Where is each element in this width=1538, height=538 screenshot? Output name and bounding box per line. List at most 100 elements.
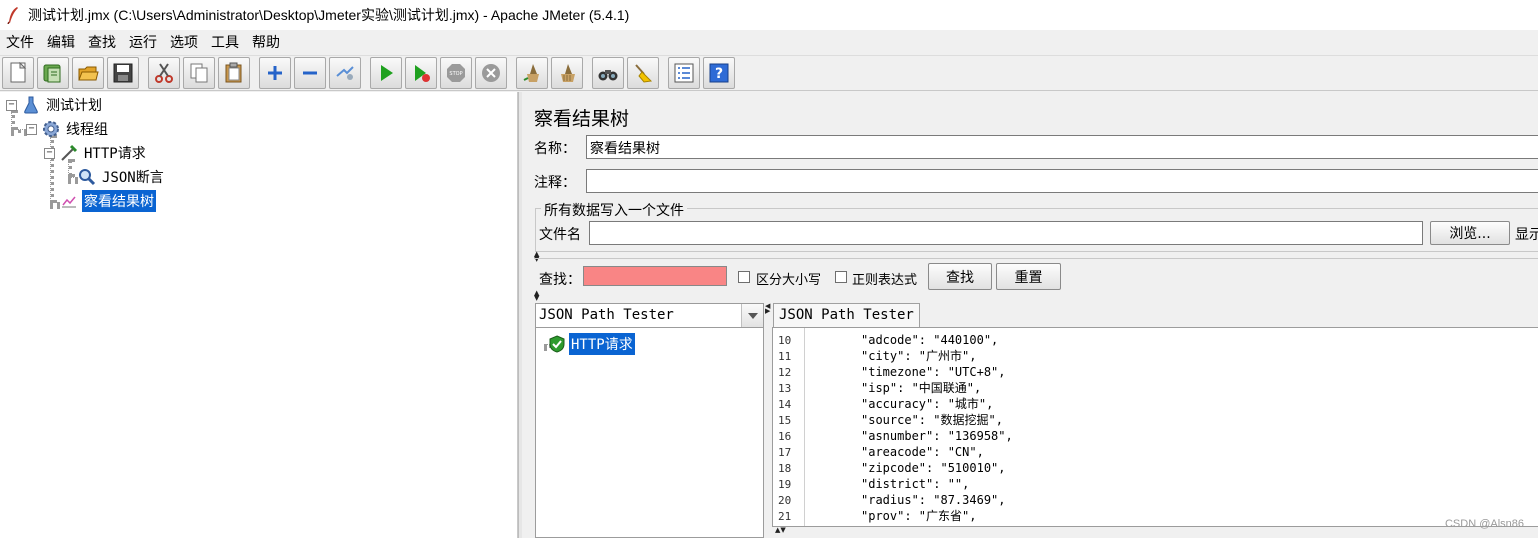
watermark: CSDN @Alsn86 — [1444, 518, 1524, 530]
splitter-arrows-icon[interactable]: ◀ ▶ — [765, 303, 770, 315]
thread-group-icon — [42, 120, 60, 138]
menu-help[interactable]: 帮助 — [252, 32, 287, 52]
help-icon[interactable]: ? — [703, 57, 735, 89]
panel-title: 察看结果树 — [534, 108, 630, 130]
code-line: 13 "isp": "中国联通", — [778, 381, 982, 395]
comment-label: 注释： — [534, 175, 576, 191]
collapse-toggle-icon[interactable]: − — [6, 99, 17, 111]
chevron-down-icon[interactable] — [741, 304, 763, 327]
test-plan-tree-pane: − 测试计划 − 线程组 − HTTP请求 JSON断言 察看结果树 — [0, 92, 518, 538]
code-line: 10 "adcode": "440100", — [778, 333, 999, 347]
tree-node-label: HTTP请求 — [84, 146, 146, 162]
open-icon[interactable] — [72, 57, 104, 89]
test-plan-icon — [22, 96, 40, 114]
svg-text:?: ? — [715, 66, 723, 82]
case-sensitive-label: 区分大小写 — [756, 273, 822, 288]
pane-splitter[interactable] — [518, 92, 522, 538]
menu-tools[interactable]: 工具 — [211, 32, 246, 52]
case-sensitive-checkbox[interactable] — [738, 271, 750, 283]
tree-node-label: 线程组 — [66, 122, 108, 138]
window-title: 测试计划.jmx (C:\Users\Administrator\Desktop… — [28, 7, 630, 23]
search-label: 查找： — [539, 272, 581, 288]
start-icon[interactable] — [370, 57, 402, 89]
save-icon[interactable] — [107, 57, 139, 89]
code-line: 12 "timezone": "UTC+8", — [778, 365, 1006, 379]
title-bar: 测试计划.jmx (C:\Users\Administrator\Desktop… — [0, 0, 1538, 30]
start-no-pause-icon[interactable] — [405, 57, 437, 89]
divider — [534, 258, 1538, 259]
write-results-group-title: 所有数据写入一个文件 — [541, 200, 687, 220]
menu-bar: 文件 编辑 查找 运行 选项 工具 帮助 — [0, 30, 1538, 54]
reset-search-icon[interactable] — [627, 57, 659, 89]
search-icon[interactable] — [592, 57, 624, 89]
tree-node-http-request[interactable]: − HTTP请求 — [44, 142, 148, 164]
jmeter-feather-icon — [6, 6, 20, 24]
renderer-tabs: JSON Path Tester — [771, 303, 1538, 327]
tree-node-label: 察看结果树 — [82, 190, 156, 212]
code-line: 18 "zipcode": "510010", — [778, 461, 1006, 475]
tree-node-json-assertion[interactable]: JSON断言 — [78, 166, 166, 188]
tab-json-path-tester[interactable]: JSON Path Tester — [773, 303, 920, 327]
search-input[interactable] — [583, 266, 727, 286]
listener-icon — [60, 192, 78, 210]
paste-icon[interactable] — [218, 57, 250, 89]
code-line: 15 "source": "数据挖掘", — [778, 413, 1003, 427]
tree-node-view-results-tree[interactable]: 察看结果树 — [60, 190, 156, 212]
comment-field[interactable] — [586, 169, 1538, 193]
splitter-arrows-icon[interactable]: ▲▼ — [534, 251, 539, 263]
renderer-select-value: JSON Path Tester — [539, 307, 674, 323]
code-line: 20 "radius": "87.3469", — [778, 493, 1006, 507]
menu-edit[interactable]: 编辑 — [47, 32, 82, 52]
menu-file[interactable]: 文件 — [6, 32, 41, 52]
renderer-select[interactable]: JSON Path Tester — [536, 304, 763, 328]
filename-field[interactable] — [589, 221, 1423, 245]
clear-all-icon[interactable] — [551, 57, 583, 89]
test-plan-tree: − 测试计划 − 线程组 − HTTP请求 JSON断言 察看结果树 — [0, 92, 517, 538]
tree-node-thread-group[interactable]: − 线程组 — [26, 118, 110, 140]
filename-label: 文件名 — [539, 227, 581, 243]
menu-run[interactable]: 运行 — [129, 32, 164, 52]
splitter-arrows-icon[interactable]: ▲▼ — [775, 527, 786, 534]
shutdown-icon[interactable] — [475, 57, 507, 89]
tree-node-label: JSON断言 — [102, 170, 164, 186]
splitter-arrows-icon[interactable]: ▲▼ — [534, 290, 539, 302]
cut-icon[interactable] — [148, 57, 180, 89]
new-icon[interactable] — [2, 57, 34, 89]
stop-icon[interactable]: STOP — [440, 57, 472, 89]
name-field[interactable]: 察看结果树 — [586, 135, 1538, 159]
toggle-icon[interactable] — [329, 57, 361, 89]
expand-icon[interactable] — [259, 57, 291, 89]
collapse-icon[interactable] — [294, 57, 326, 89]
assertion-icon — [78, 168, 96, 186]
menu-search[interactable]: 查找 — [88, 32, 123, 52]
svg-text:STOP: STOP — [449, 71, 462, 77]
find-button[interactable]: 查找 — [928, 263, 992, 290]
collapse-toggle-icon[interactable]: − — [26, 123, 37, 135]
sample-result-label: HTTP请求 — [569, 333, 635, 355]
collapse-toggle-icon[interactable]: − — [44, 147, 55, 159]
tree-node-label: 测试计划 — [46, 98, 102, 114]
regex-label: 正则表达式 — [852, 273, 918, 288]
reset-button[interactable]: 重置 — [996, 263, 1061, 290]
name-label: 名称： — [534, 141, 576, 157]
browse-button[interactable]: 浏览... — [1430, 221, 1510, 245]
success-shield-icon — [548, 335, 566, 353]
copy-icon[interactable] — [183, 57, 215, 89]
tree-node-test-plan[interactable]: − 测试计划 — [6, 94, 104, 116]
http-sampler-icon — [60, 144, 78, 162]
clear-icon[interactable] — [516, 57, 548, 89]
response-json-view[interactable]: 10 "adcode": "440100", 11 "city": "广州市", 1… — [772, 327, 1538, 527]
menu-options[interactable]: 选项 — [170, 32, 205, 52]
code-line: 21 "prov": "广东省", — [778, 509, 977, 523]
function-helper-icon[interactable] — [668, 57, 700, 89]
toolbar: STOP ? — [0, 55, 1538, 91]
regex-checkbox[interactable] — [835, 271, 847, 283]
code-line: 11 "city": "广州市", — [778, 349, 977, 363]
templates-icon[interactable] — [37, 57, 69, 89]
sample-result-node[interactable]: HTTP请求 — [548, 333, 635, 355]
code-line: 14 "accuracy": "城市", — [778, 397, 994, 411]
display-label[interactable]: 显示 — [1515, 224, 1538, 244]
code-line: 16 "asnumber": "136958", — [778, 429, 1013, 443]
sample-results-tree: JSON Path Tester HTTP请求 — [535, 303, 764, 538]
listener-config-pane: 察看结果树 名称： 察看结果树 注释： 所有数据写入一个文件 文件名 浏览...… — [523, 92, 1538, 538]
